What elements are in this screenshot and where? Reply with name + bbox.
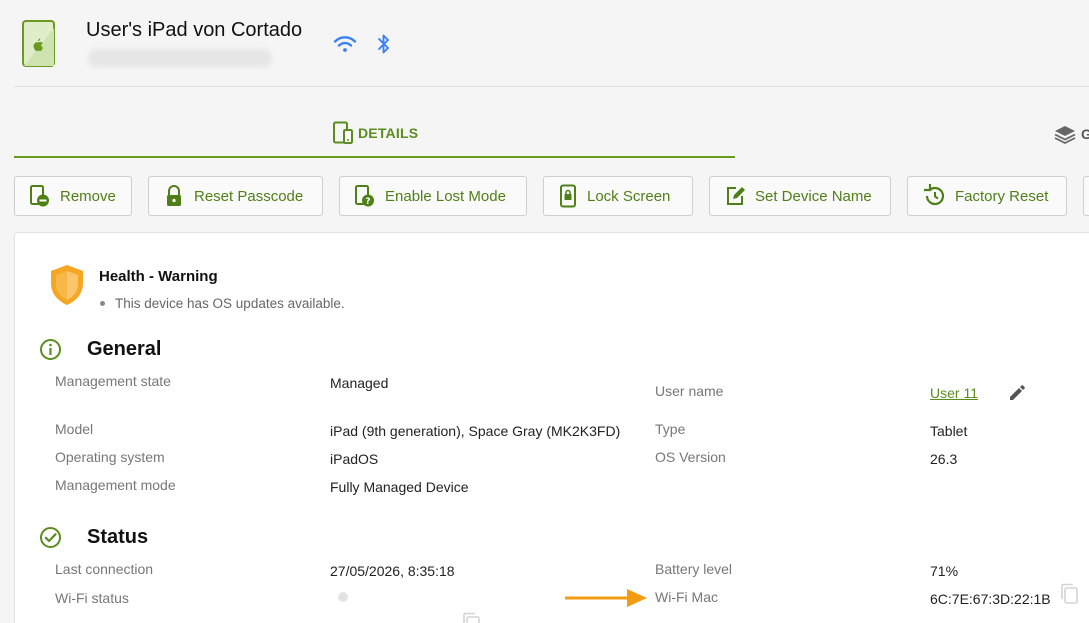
lost-mode-icon: ? — [355, 185, 374, 207]
health-title: Health - Warning — [99, 268, 218, 285]
tab-next-label: G — [1081, 126, 1089, 142]
general-title: General — [87, 338, 162, 360]
management-state-label: Management state — [55, 373, 171, 389]
model-label: Model — [55, 421, 94, 437]
factory-reset-button[interactable]: Factory Reset — [907, 176, 1067, 216]
remove-label: Remove — [60, 187, 116, 205]
tab-next[interactable]: G — [1053, 124, 1089, 144]
type-value: Tablet — [930, 423, 968, 439]
reset-passcode-label: Reset Passcode — [194, 187, 304, 205]
os-version-label: OS Version — [655, 449, 726, 465]
remove-button[interactable]: Remove — [14, 176, 132, 216]
wifi-mac-label: Wi-Fi Mac — [655, 589, 718, 605]
user-name-link[interactable]: User 11 — [930, 385, 978, 401]
blurred-email — [88, 49, 272, 67]
action-toolbar: Remove Reset Passcode ? Enable Lost Mode… — [14, 176, 1089, 216]
os-label: Operating system — [55, 449, 165, 465]
wifi-status-label: Wi-Fi status — [55, 590, 129, 606]
model-value: iPad (9th generation), Space Gray (MK2K3… — [330, 423, 621, 439]
info-icon — [40, 339, 61, 360]
check-circle-icon — [40, 527, 61, 548]
arrow-icon — [565, 589, 647, 607]
copy-icon[interactable] — [1060, 583, 1080, 605]
remove-device-icon — [30, 185, 49, 207]
lock-screen-icon — [560, 184, 576, 208]
edit-icon — [727, 187, 745, 205]
warning-shield-icon — [51, 265, 83, 305]
lock-icon — [167, 185, 181, 206]
type-label: Type — [655, 421, 686, 437]
status-title: Status — [87, 526, 149, 548]
health-bullet — [100, 301, 105, 306]
enable-lost-mode-label: Enable Lost Mode — [385, 187, 506, 205]
pencil-icon[interactable] — [1007, 383, 1027, 403]
last-connection-label: Last connection — [55, 561, 154, 577]
wifi-status-dot — [338, 592, 348, 602]
user-name-label: User name — [655, 383, 724, 399]
set-device-name-button[interactable]: Set Device Name — [709, 176, 891, 216]
device-header: User's iPad von Cortado — [0, 0, 1089, 88]
set-device-name-label: Set Device Name — [755, 187, 872, 205]
bluetooth-icon — [378, 34, 389, 54]
management-mode-value: Fully Managed Device — [330, 479, 469, 495]
more-actions-button[interactable] — [1083, 176, 1089, 216]
factory-reset-label: Factory Reset — [955, 187, 1049, 205]
wifi-icon — [333, 36, 357, 52]
copy-icon[interactable] — [462, 612, 482, 623]
history-icon — [924, 184, 945, 206]
last-connection-value: 27/05/2026, 8:35:18 — [330, 563, 455, 579]
enable-lost-mode-button[interactable]: ? Enable Lost Mode — [339, 176, 527, 216]
battery-value: 71% — [930, 563, 959, 579]
management-state-value: Managed — [330, 375, 389, 391]
os-value: iPadOS — [330, 451, 379, 467]
wifi-mac-value: 6C:7E:67:3D:22:1B — [930, 591, 1051, 607]
reset-passcode-button[interactable]: Reset Passcode — [148, 176, 323, 216]
svg-text:?: ? — [365, 197, 370, 207]
health-message: This device has OS updates available. — [115, 296, 345, 311]
devices-icon — [333, 121, 353, 144]
lock-screen-button[interactable]: Lock Screen — [543, 176, 693, 216]
ipad-apple-icon — [22, 20, 55, 67]
header-divider — [14, 86, 1089, 87]
layers-icon — [1054, 126, 1076, 144]
battery-label: Battery level — [655, 561, 733, 577]
tab-details[interactable]: DETAILS — [14, 114, 735, 158]
lock-screen-label: Lock Screen — [587, 187, 671, 205]
os-version-value: 26.3 — [930, 451, 958, 467]
tab-details-label: DETAILS — [358, 125, 419, 141]
device-title: User's iPad von Cortado — [86, 19, 303, 41]
management-mode-label: Management mode — [55, 477, 176, 493]
